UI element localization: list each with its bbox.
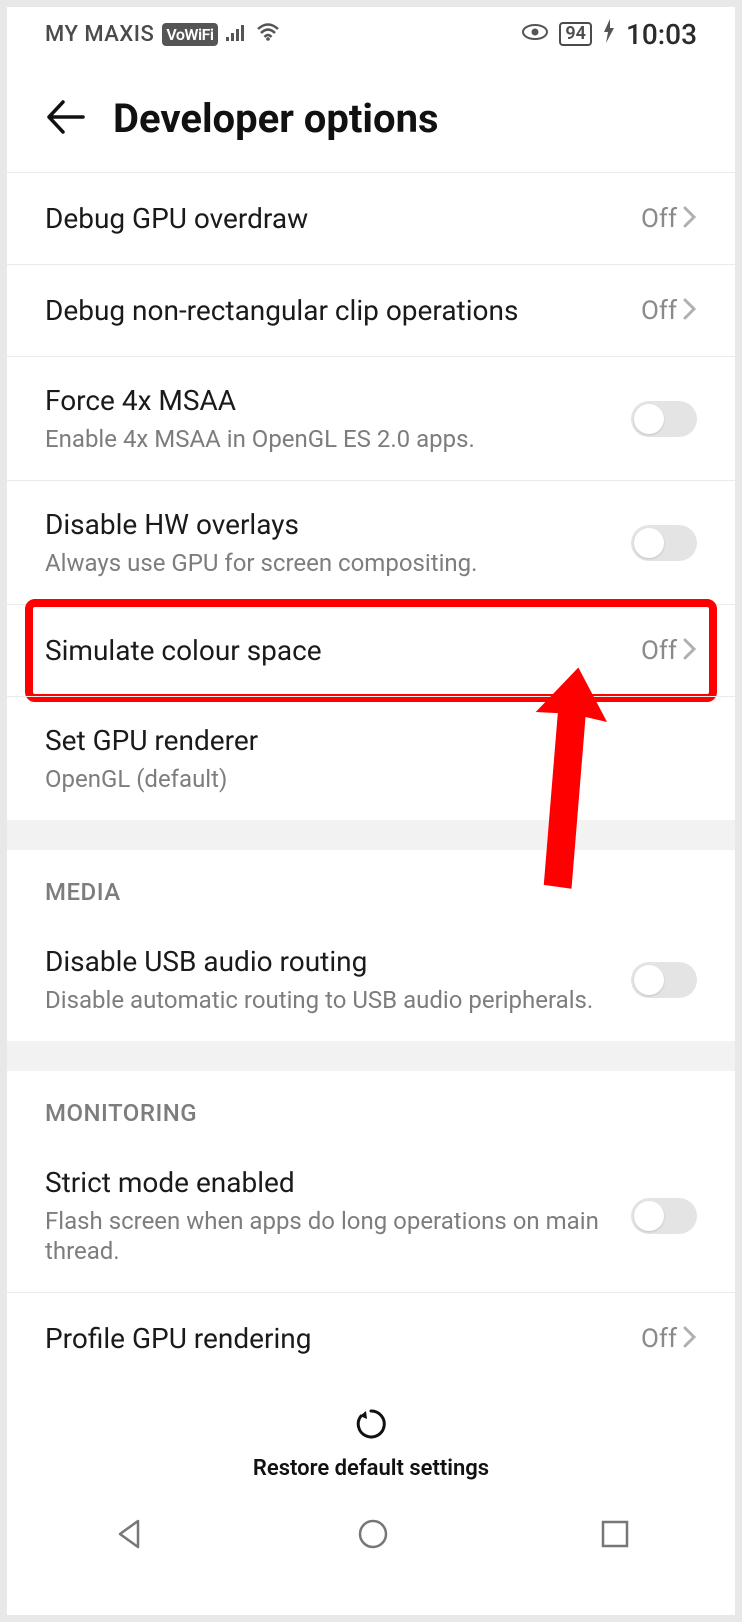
section-gap <box>7 820 735 850</box>
row-set-gpu-renderer[interactable]: Set GPU renderer OpenGL (default) <box>7 696 735 820</box>
chevron-right-icon <box>683 206 697 232</box>
row-subtitle: OpenGL (default) <box>45 764 677 794</box>
row-value: Off <box>641 204 677 234</box>
charging-icon <box>602 19 616 49</box>
page-title: Developer options <box>113 95 439 142</box>
battery-level: 94 <box>559 22 592 46</box>
back-icon[interactable] <box>45 100 85 138</box>
toggle-switch[interactable] <box>631 525 697 561</box>
row-debug-clip[interactable]: Debug non-rectangular clip operations Of… <box>7 264 735 356</box>
row-subtitle: Always use GPU for screen compositing. <box>45 548 611 578</box>
row-simulate-colour-space[interactable]: Simulate colour space Off <box>7 604 735 696</box>
row-title: Force 4x MSAA <box>45 383 611 418</box>
row-subtitle: Disable automatic routing to USB audio p… <box>45 985 611 1015</box>
row-title: Set GPU renderer <box>45 723 677 758</box>
restore-icon <box>353 1406 389 1446</box>
nav-back-icon[interactable] <box>112 1517 146 1555</box>
toggle-switch[interactable] <box>631 401 697 437</box>
row-disable-usb-audio[interactable]: Disable USB audio routing Disable automa… <box>7 918 735 1041</box>
row-title: Profile GPU rendering <box>45 1321 621 1356</box>
row-value: Off <box>641 296 677 326</box>
status-carrier: MY MAXIS <box>45 22 154 47</box>
status-bar: MY MAXIS VoWiFi 94 10:03 <box>7 7 735 61</box>
signal-icon <box>226 22 248 47</box>
nav-recent-icon[interactable] <box>600 1519 630 1553</box>
row-title: Disable USB audio routing <box>45 944 611 979</box>
vowifi-badge: VoWiFi <box>162 23 217 46</box>
toggle-switch[interactable] <box>631 1198 697 1234</box>
page-header: Developer options <box>7 61 735 172</box>
navigation-bar <box>7 1499 735 1571</box>
chevron-right-icon <box>683 298 697 324</box>
toggle-switch[interactable] <box>631 962 697 998</box>
wifi-icon <box>256 22 280 47</box>
row-title: Debug non-rectangular clip operations <box>45 293 621 328</box>
row-profile-gpu-rendering[interactable]: Profile GPU rendering Off <box>7 1292 735 1384</box>
row-title: Disable HW overlays <box>45 507 611 542</box>
row-disable-hw-overlays[interactable]: Disable HW overlays Always use GPU for s… <box>7 480 735 604</box>
row-subtitle: Flash screen when apps do long operation… <box>45 1206 611 1266</box>
row-title: Debug GPU overdraw <box>45 201 621 236</box>
chevron-right-icon <box>683 1326 697 1352</box>
row-force-msaa[interactable]: Force 4x MSAA Enable 4x MSAA in OpenGL E… <box>7 356 735 480</box>
restore-label: Restore default settings <box>253 1456 489 1481</box>
row-subtitle: Enable 4x MSAA in OpenGL ES 2.0 apps. <box>45 424 611 454</box>
eye-icon <box>521 22 549 47</box>
row-value: Off <box>641 636 677 666</box>
status-clock: 10:03 <box>626 18 697 51</box>
row-debug-gpu-overdraw[interactable]: Debug GPU overdraw Off <box>7 172 735 264</box>
section-gap <box>7 1041 735 1071</box>
row-value: Off <box>641 1324 677 1354</box>
row-title: Simulate colour space <box>45 633 621 668</box>
nav-home-icon[interactable] <box>356 1517 390 1555</box>
section-header-monitoring: MONITORING <box>7 1071 735 1139</box>
restore-defaults-button[interactable]: Restore default settings <box>7 1384 735 1495</box>
chevron-right-icon <box>683 638 697 664</box>
row-strict-mode[interactable]: Strict mode enabled Flash screen when ap… <box>7 1139 735 1292</box>
row-title: Strict mode enabled <box>45 1165 611 1200</box>
section-header-media: MEDIA <box>7 850 735 918</box>
